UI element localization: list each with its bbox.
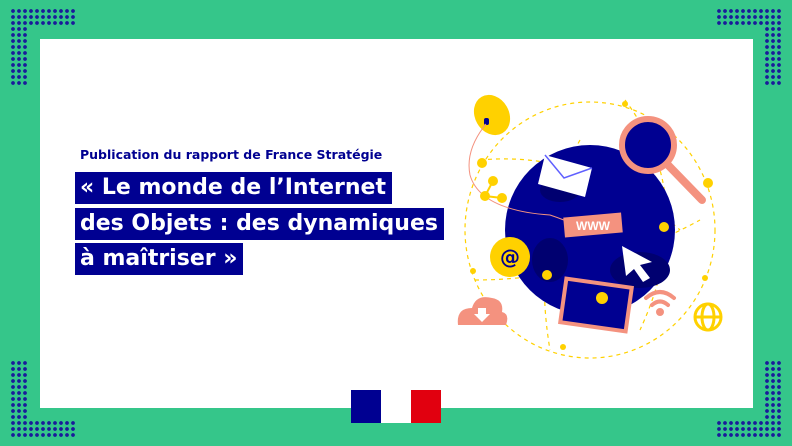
svg-text:WWW: WWW: [576, 219, 611, 233]
share-icon: [480, 176, 507, 203]
title-line-1: « Le monde de l’Internet: [75, 172, 392, 204]
wifi-icon: [644, 290, 676, 316]
cloud-download-icon: [457, 297, 508, 325]
globe-icon: [693, 302, 723, 332]
at-icon: @: [490, 237, 530, 277]
publication-subtitle: Publication du rapport de France Stratég…: [80, 147, 383, 162]
republique-francaise-logo: [351, 390, 441, 423]
mouse-icon: [473, 94, 511, 136]
iot-illustration: WWW @: [457, 94, 723, 359]
title-line-3: à maîtriser »: [75, 243, 244, 275]
svg-text:@: @: [500, 245, 520, 269]
image-icon: [558, 276, 634, 334]
title-line-2: des Objets : des dynamiques: [75, 208, 444, 240]
